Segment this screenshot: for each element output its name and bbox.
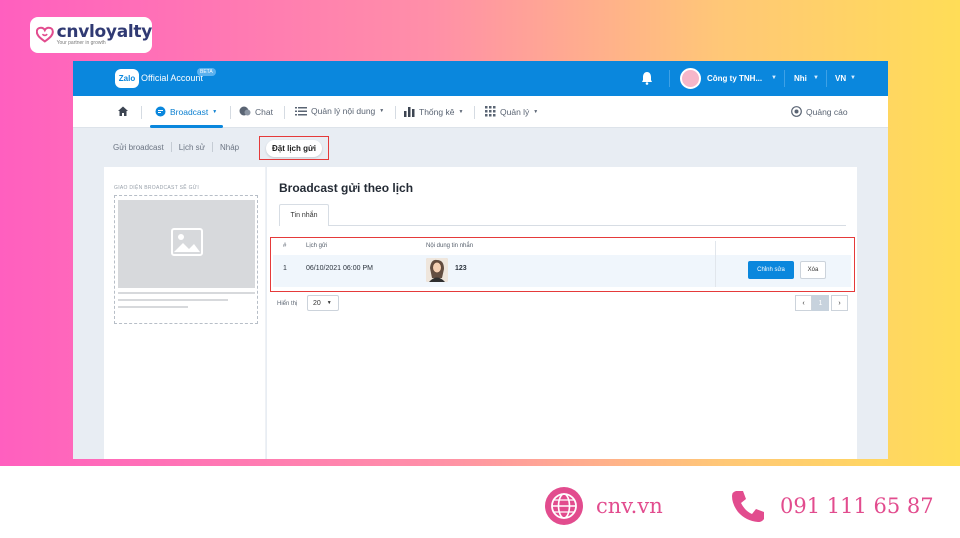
language-select[interactable]: VN: [835, 74, 846, 83]
cnvloyalty-logo: cnvloyalty Your partner in growth: [30, 17, 152, 53]
logo-brand: cnvloyalty: [56, 22, 153, 42]
column-header-content: Nội dung tin nhắn: [426, 243, 474, 249]
nav-statistics[interactable]: Thống kê ▼: [404, 106, 463, 117]
edit-button[interactable]: Chỉnh sửa: [748, 261, 794, 279]
chevron-down-icon: ▼: [379, 108, 385, 114]
beta-badge: BETA: [197, 68, 216, 76]
nav-ads[interactable]: Quảng cáo: [791, 106, 848, 117]
text-placeholder: [118, 299, 228, 301]
chevron-down-icon: ▼: [326, 300, 332, 306]
divider: [826, 70, 827, 87]
active-tab-indicator: [150, 125, 223, 128]
nav-label: Quản lý nội dung: [311, 106, 376, 116]
divider: [669, 70, 670, 87]
account-name[interactable]: Công ty TNH...: [707, 74, 762, 83]
nav-label: Quảng cáo: [806, 106, 848, 117]
zalo-oa-screenshot: Zalo Official Account BETA Công ty TNH..…: [73, 61, 888, 459]
chevron-down-icon: ▼: [212, 108, 218, 115]
schedule-table: # Lịch gửi Nội dung tin nhắn 1 06/10/202…: [270, 237, 855, 292]
page-title: Broadcast gửi theo lịch: [279, 181, 414, 195]
chevron-down-icon[interactable]: ▼: [771, 75, 777, 81]
nav-label: Chat: [255, 106, 273, 117]
phone-text: 091 111 65 87: [780, 494, 934, 518]
divider: [284, 106, 285, 119]
footer: cnv.vn 091 111 65 87: [0, 466, 960, 538]
prev-page-button[interactable]: ‹: [795, 295, 812, 311]
preview-card: [114, 195, 258, 324]
divider: [211, 142, 213, 152]
divider: [474, 106, 475, 119]
delete-button[interactable]: Xóa: [800, 261, 826, 279]
divider: [141, 106, 142, 119]
row-schedule: 06/10/2021 06:00 PM: [306, 265, 373, 272]
divider: [395, 106, 396, 119]
footer-website[interactable]: cnv.vn: [544, 486, 663, 526]
divider: [715, 241, 716, 287]
page-size-select[interactable]: 20 ▼: [307, 295, 339, 311]
preview-label: GIAO DIỆN BROADCAST SẼ GỬI: [114, 185, 200, 191]
subtab-drafts[interactable]: Nháp: [220, 143, 239, 152]
current-page-button[interactable]: 1: [812, 295, 829, 311]
scheduled-broadcast-panel: Broadcast gửi theo lịch Tin nhắn # Lịch …: [267, 167, 857, 459]
nav-broadcast[interactable]: Broadcast ▼: [155, 106, 217, 117]
row-content: 123: [455, 265, 467, 272]
footer-phone[interactable]: 091 111 65 87: [728, 486, 934, 526]
user-name[interactable]: Nhi: [794, 74, 807, 83]
chevron-down-icon: ▼: [533, 108, 539, 115]
divider: [230, 106, 231, 119]
chevron-down-icon[interactable]: ▼: [813, 75, 819, 81]
heart-logo-icon: [36, 26, 54, 43]
text-placeholder: [118, 306, 188, 308]
row-index: 1: [283, 265, 287, 272]
website-text: cnv.vn: [596, 494, 663, 518]
ads-icon: [791, 106, 802, 117]
image-icon: [171, 228, 203, 256]
nav-label: Broadcast: [170, 106, 209, 117]
nav-content-management[interactable]: Quản lý nội dung ▼: [295, 106, 384, 116]
person-image-icon: [426, 258, 448, 282]
message-thumbnail: [426, 258, 448, 282]
text-placeholder: [118, 292, 255, 294]
subtab-send-broadcast[interactable]: Gửi broadcast: [113, 143, 164, 152]
grid-icon: [485, 106, 496, 117]
column-header-schedule: Lịch gửi: [306, 243, 328, 249]
chevron-down-icon[interactable]: ▼: [850, 75, 856, 81]
globe-icon: [545, 487, 583, 525]
divider: [170, 142, 172, 152]
chat-bubble-icon: [155, 106, 166, 117]
subtab-schedule[interactable]: Đặt lịch gửi: [265, 139, 323, 157]
subtab-history[interactable]: Lịch sử: [179, 143, 205, 152]
page-size-value: 20: [313, 299, 321, 307]
divider: [784, 70, 785, 87]
tab-divider: [328, 225, 846, 226]
tab-messages[interactable]: Tin nhắn: [279, 204, 329, 226]
image-placeholder: [118, 200, 255, 288]
subtab-schedule-highlight: Đặt lịch gửi: [259, 136, 329, 160]
nav-chat[interactable]: Chat: [239, 106, 273, 117]
next-page-button[interactable]: ›: [831, 295, 848, 311]
bar-chart-icon: [404, 107, 415, 117]
chevron-down-icon: ▼: [458, 108, 464, 115]
nav-management[interactable]: Quản lý ▼: [485, 106, 538, 117]
nav-label: Quản lý: [500, 106, 530, 117]
home-icon[interactable]: [117, 105, 129, 117]
preview-panel: GIAO DIỆN BROADCAST SẼ GỬI: [104, 167, 266, 459]
phone-icon: [732, 491, 764, 522]
oa-title: Official Account: [141, 73, 203, 83]
account-avatar[interactable]: [680, 68, 701, 89]
main-nav: Broadcast ▼ Chat Quản lý nội dung ▼ Thốn…: [73, 96, 888, 128]
page-size-label: Hiển thị: [277, 301, 298, 307]
column-header-index: #: [283, 243, 287, 249]
chat-icon: [239, 106, 251, 116]
zalo-logo[interactable]: Zalo: [115, 69, 139, 88]
bell-icon[interactable]: [641, 71, 653, 85]
list-icon: [295, 107, 307, 116]
top-bar: Zalo Official Account BETA Công ty TNH..…: [73, 61, 888, 96]
sub-tabs: Gửi broadcast Lịch sử Nháp: [113, 142, 239, 152]
nav-label: Thống kê: [419, 106, 455, 117]
